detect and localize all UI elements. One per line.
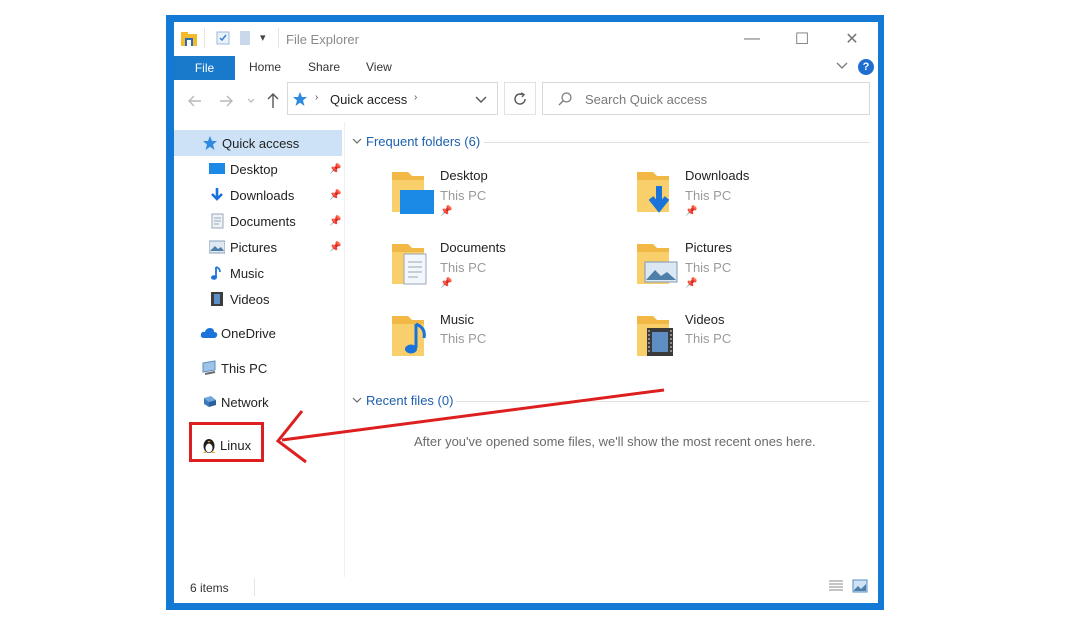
annotation-arrow: [275, 388, 665, 464]
